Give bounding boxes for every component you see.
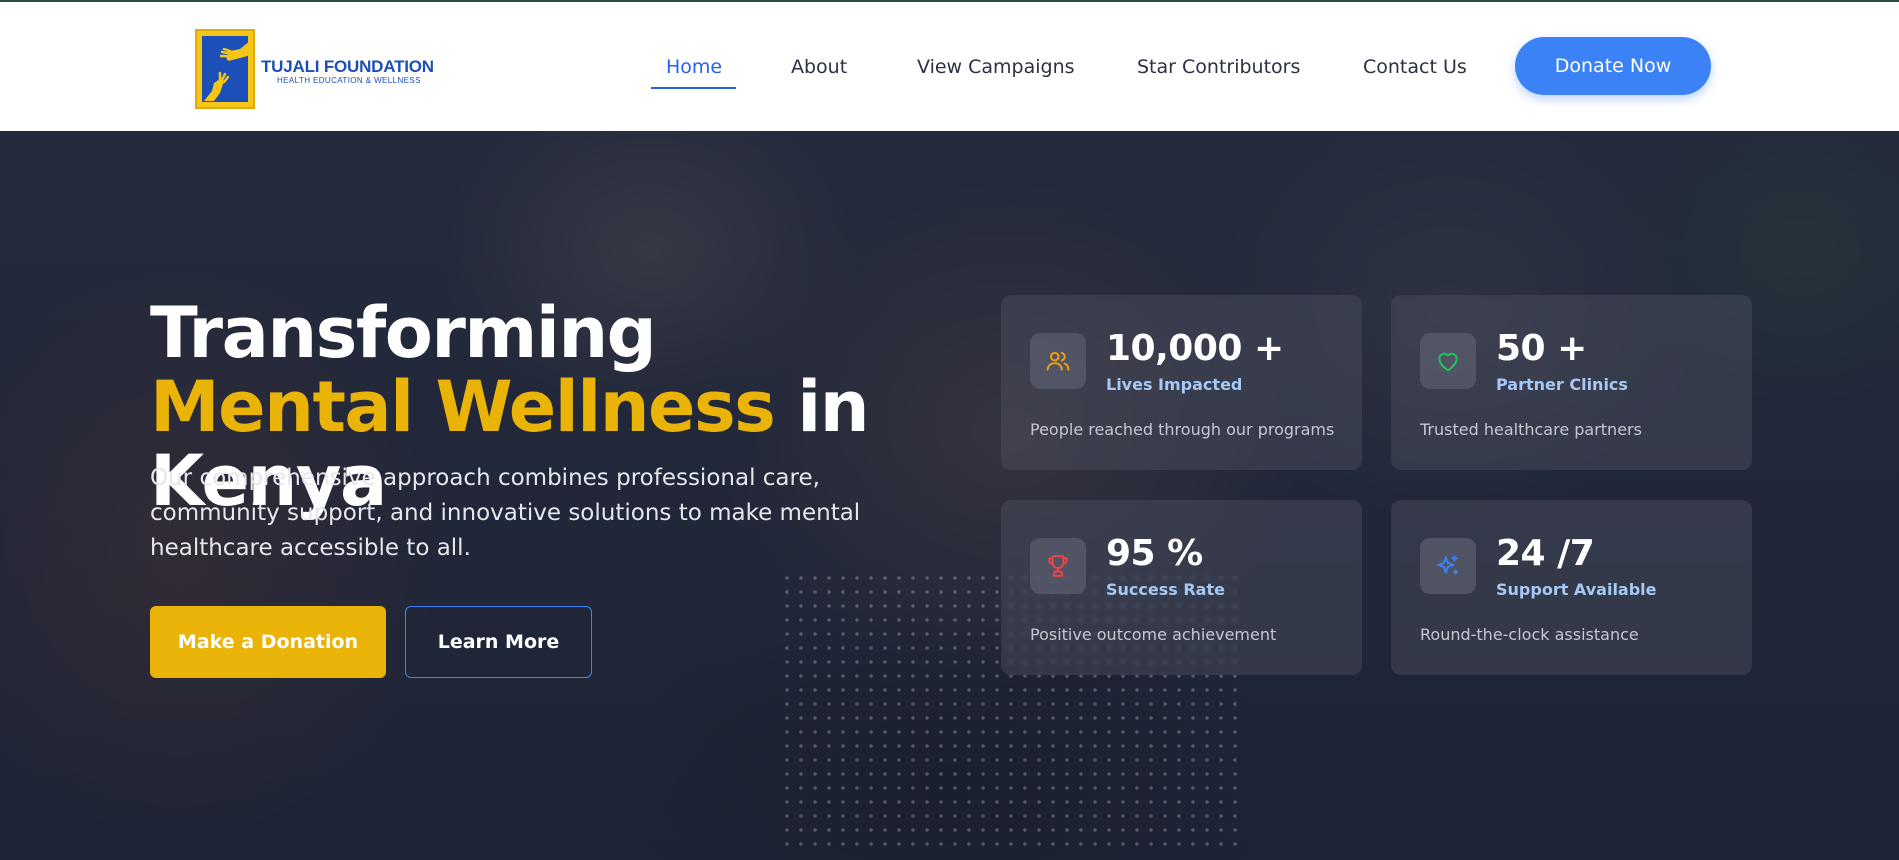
site-header: TUJALI FOUNDATION HEALTH EDUCATION & WEL… <box>0 2 1899 131</box>
stat-description: People reached through our programs <box>1030 420 1335 439</box>
stat-description: Trusted healthcare partners <box>1420 420 1642 439</box>
nav-view-campaigns[interactable]: View Campaigns <box>917 56 1075 78</box>
hero-section: Transforming Mental Wellness in Kenya Ou… <box>0 131 1899 860</box>
donate-now-button[interactable]: Donate Now <box>1515 37 1711 95</box>
stat-card-clinics: 50 + Partner Clinics Trusted healthcare … <box>1391 295 1752 470</box>
nav-active-indicator <box>651 87 736 89</box>
nav-contact-us[interactable]: Contact Us <box>1363 56 1467 78</box>
users-icon <box>1030 333 1086 389</box>
stat-label: Support Available <box>1496 580 1657 599</box>
headline-accent: Mental Wellness <box>150 366 776 448</box>
stat-description: Positive outcome achievement <box>1030 625 1277 644</box>
stat-label: Partner Clinics <box>1496 375 1628 394</box>
stat-value: 24 /7 <box>1496 533 1595 574</box>
stat-card-lives: 10,000 + Lives Impacted People reached t… <box>1001 295 1362 470</box>
trophy-icon <box>1030 538 1086 594</box>
learn-more-button[interactable]: Learn More <box>405 606 592 678</box>
sparkles-icon <box>1420 538 1476 594</box>
stat-value: 95 % <box>1106 533 1203 574</box>
main-nav: Home About View Campaigns Star Contribut… <box>0 2 1899 131</box>
heart-icon <box>1420 333 1476 389</box>
make-donation-button[interactable]: Make a Donation <box>150 606 386 678</box>
nav-star-contributors[interactable]: Star Contributors <box>1137 56 1300 78</box>
stat-value: 10,000 + <box>1106 328 1284 369</box>
stat-value: 50 + <box>1496 328 1587 369</box>
stat-description: Round-the-clock assistance <box>1420 625 1639 644</box>
stat-card-support: 24 /7 Support Available Round-the-clock … <box>1391 500 1752 675</box>
nav-home[interactable]: Home <box>666 56 722 78</box>
hero-description: Our comprehensive approach combines prof… <box>150 465 861 561</box>
stat-card-success: 95 % Success Rate Positive outcome achie… <box>1001 500 1362 675</box>
stat-label: Lives Impacted <box>1106 375 1243 394</box>
nav-about[interactable]: About <box>791 56 847 78</box>
stat-label: Success Rate <box>1106 580 1225 599</box>
